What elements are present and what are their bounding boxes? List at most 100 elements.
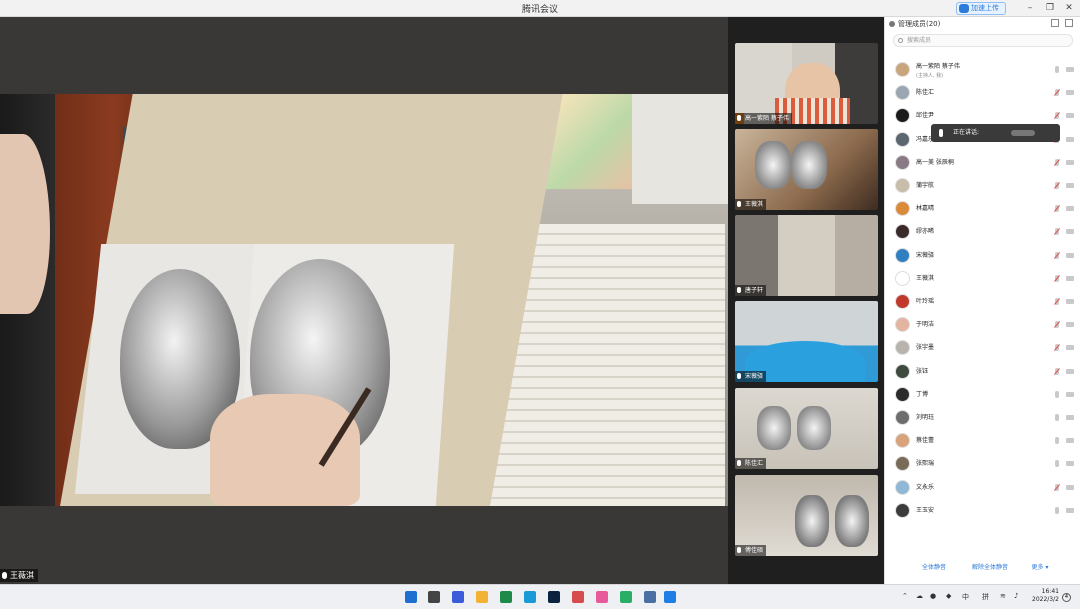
camera-icon[interactable] — [1066, 484, 1074, 490]
mic-muted-icon[interactable] — [1055, 158, 1059, 166]
thumbnail-video[interactable]: 高一紫陌 蔡子伟 — [735, 43, 878, 124]
mic-muted-icon[interactable] — [1055, 321, 1059, 329]
mic-icon[interactable] — [1055, 66, 1059, 73]
member-row[interactable]: 刘明珏 — [885, 407, 1080, 429]
wifi-icon[interactable]: ≋ — [1000, 592, 1006, 600]
thumbnail-video[interactable]: 唐子轩 — [735, 215, 878, 296]
maximize-icon[interactable]: ❐ — [1044, 2, 1056, 14]
upload-button[interactable]: 加速上传 — [956, 2, 1006, 15]
camera-icon[interactable] — [1066, 136, 1074, 142]
mic-icon[interactable] — [1055, 414, 1059, 421]
camera-icon[interactable] — [1066, 90, 1074, 96]
app-icon[interactable] — [572, 591, 584, 603]
member-row[interactable]: 张钰 — [885, 361, 1080, 383]
volume-icon[interactable]: ♪ — [1014, 592, 1018, 600]
camera-icon[interactable] — [1066, 345, 1074, 351]
notification-badge[interactable]: 4 — [1062, 593, 1071, 602]
mic-muted-icon[interactable] — [1055, 367, 1059, 375]
start-icon[interactable] — [405, 591, 417, 603]
camera-icon[interactable] — [1066, 67, 1074, 72]
member-row[interactable]: 张熙瑞 — [885, 453, 1080, 475]
member-name: 王玉安 — [916, 506, 935, 514]
main-video[interactable] — [0, 17, 728, 584]
wechat-icon[interactable] — [620, 591, 632, 603]
edge-icon[interactable] — [524, 591, 536, 603]
mic-icon[interactable] — [1055, 390, 1059, 398]
thumbnail-video[interactable]: 傅佳硕 — [735, 475, 878, 556]
camera-icon[interactable] — [1066, 507, 1074, 513]
member-row[interactable]: 林嘉晴 — [885, 198, 1080, 220]
mic-icon[interactable] — [1055, 460, 1059, 468]
camera-icon[interactable] — [1066, 113, 1074, 119]
minimize-icon[interactable]: – — [1024, 2, 1036, 14]
search-icon[interactable] — [428, 591, 440, 603]
camera-icon[interactable] — [1066, 391, 1074, 397]
camera-icon[interactable] — [1066, 275, 1074, 281]
unmute-all-button[interactable]: 解除全体静音 — [965, 561, 1015, 575]
sketch — [795, 495, 829, 547]
member-row[interactable]: 于明洁 — [885, 314, 1080, 336]
member-row[interactable]: 蒲宇航 — [885, 175, 1080, 197]
camera-icon[interactable] — [1066, 415, 1074, 420]
thumbnail-video[interactable]: 陈佳汇 — [735, 388, 878, 469]
member-row[interactable]: 丁博 — [885, 384, 1080, 406]
photos-icon[interactable] — [644, 591, 656, 603]
search-input[interactable]: 搜索成员 — [893, 34, 1073, 47]
widgets-icon[interactable] — [452, 591, 464, 603]
mic-muted-icon[interactable] — [1055, 89, 1059, 97]
camera-icon[interactable] — [1066, 368, 1074, 374]
tencent-meeting-icon[interactable] — [664, 591, 676, 603]
mic-muted-icon[interactable] — [1055, 298, 1059, 305]
mic-muted-icon[interactable] — [1055, 228, 1059, 236]
camera-icon[interactable] — [1066, 322, 1074, 328]
ime-language[interactable]: 中 — [962, 592, 969, 602]
cloud-icon[interactable]: ☁ — [916, 592, 923, 600]
mic-icon[interactable]: ● — [930, 592, 936, 600]
mic-icon — [737, 201, 741, 207]
member-row[interactable]: 文永乐 — [885, 477, 1080, 499]
camera-icon[interactable] — [1066, 438, 1074, 444]
camera-icon[interactable] — [1066, 159, 1074, 165]
member-row[interactable]: 张宇墨 — [885, 337, 1080, 359]
folder-icon[interactable] — [476, 591, 488, 603]
camera-icon[interactable] — [1066, 206, 1074, 212]
member-row[interactable]: 叶玲瑶 — [885, 291, 1080, 313]
close-icon[interactable]: ✕ — [1063, 2, 1075, 14]
sketch — [835, 495, 869, 547]
popout-icon[interactable] — [1051, 19, 1059, 27]
camera-icon[interactable] — [1066, 461, 1074, 467]
clock[interactable]: 16:41 2022/3/2 — [1032, 588, 1059, 604]
photoshop-icon[interactable] — [548, 591, 560, 603]
member-row[interactable]: 蔡佳蕾 — [885, 430, 1080, 452]
mic-muted-icon[interactable] — [1055, 182, 1059, 189]
thumbnail-video[interactable]: 宋薇驿 — [735, 301, 878, 382]
shield-icon[interactable]: ◆ — [946, 592, 951, 600]
thumbnail-video[interactable]: 王薇淇 — [735, 129, 878, 210]
mic-muted-icon[interactable] — [1055, 205, 1059, 213]
panel-close-icon[interactable] — [1065, 19, 1073, 27]
mic-icon[interactable] — [1055, 506, 1059, 514]
mic-muted-icon[interactable] — [1055, 344, 1059, 352]
camera-icon[interactable] — [1066, 183, 1074, 188]
member-row[interactable]: 王薇淇 — [885, 268, 1080, 290]
camera-icon[interactable] — [1066, 299, 1074, 304]
chevron-up-icon[interactable]: ⌃ — [902, 592, 908, 600]
mic-muted-icon[interactable] — [1055, 483, 1059, 491]
member-row[interactable]: 缪亦晞 — [885, 221, 1080, 243]
member-row[interactable]: 高一紫陌 蔡子伟 (主持人, 我) — [885, 59, 1080, 81]
member-row[interactable]: 高一美 张辰桐 — [885, 152, 1080, 174]
mic-muted-icon[interactable] — [1055, 251, 1059, 259]
app-icon[interactable] — [596, 591, 608, 603]
mute-all-button[interactable]: 全体静音 — [915, 561, 953, 575]
member-row[interactable]: 陈佳汇 — [885, 82, 1080, 104]
member-row[interactable]: 王玉安 — [885, 500, 1080, 522]
mic-muted-icon[interactable] — [1055, 274, 1059, 282]
ime-mode[interactable]: 拼 — [982, 592, 989, 602]
excel-icon[interactable] — [500, 591, 512, 603]
more-button[interactable]: 更多 ▾ — [1025, 561, 1055, 575]
mic-muted-icon[interactable] — [1055, 112, 1059, 120]
camera-icon[interactable] — [1066, 252, 1074, 258]
member-row[interactable]: 宋薇驿 — [885, 245, 1080, 267]
camera-icon[interactable] — [1066, 229, 1074, 235]
mic-icon[interactable] — [1055, 437, 1059, 445]
